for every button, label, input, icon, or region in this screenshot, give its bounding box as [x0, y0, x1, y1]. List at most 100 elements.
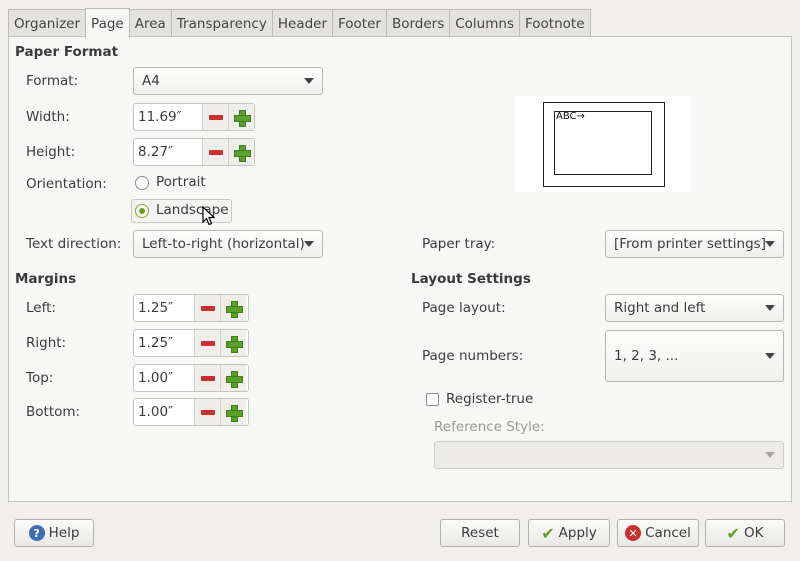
help-icon: ? — [28, 525, 45, 541]
tab-footer[interactable]: Footer — [332, 9, 387, 37]
margin-right-input[interactable]: 1.25″ — [134, 330, 194, 356]
margin-left-spinner: 1.25″ — [133, 294, 249, 322]
format-dropdown[interactable]: A4 — [133, 67, 323, 95]
width-input[interactable]: 11.69″ — [134, 104, 202, 130]
reference-style-label: Reference Style: — [434, 419, 545, 435]
height-label: Height: — [26, 144, 76, 160]
cancel-button[interactable]: ✕ Cancel — [617, 519, 699, 547]
portrait-label[interactable]: Portrait — [156, 174, 206, 190]
paper-tray-dropdown[interactable]: [From printer settings] — [605, 230, 784, 258]
landscape-radio[interactable] — [135, 204, 149, 218]
margin-right-label: Right: — [26, 335, 67, 351]
portrait-radio[interactable] — [135, 176, 149, 190]
checkmark-icon: ✔ — [541, 523, 555, 543]
margin-bottom-increase-button[interactable] — [220, 399, 246, 425]
tab-header[interactable]: Header — [271, 9, 333, 37]
paper-tray-label: Paper tray: — [422, 236, 496, 252]
page-numbers-dropdown[interactable]: 1, 2, 3, ... — [605, 330, 784, 382]
margins-heading: Margins — [15, 271, 77, 287]
page-numbers-value: 1, 2, 3, ... — [614, 348, 679, 364]
minus-icon — [200, 375, 215, 381]
margin-bottom-spinner: 1.00″ — [133, 398, 249, 426]
page-layout-label: Page layout: — [422, 300, 506, 316]
height-increase-button[interactable] — [228, 139, 254, 165]
tab-area[interactable]: Area — [128, 9, 172, 37]
margin-left-input[interactable]: 1.25″ — [134, 295, 194, 321]
margin-left-increase-button[interactable] — [220, 295, 246, 321]
mouse-cursor-icon — [202, 206, 215, 226]
preview-text: ABC→ — [556, 111, 585, 122]
minus-icon — [208, 114, 223, 120]
tab-organizer[interactable]: Organizer — [8, 9, 87, 37]
apply-button-label: Apply — [558, 525, 597, 541]
margin-top-increase-button[interactable] — [220, 365, 246, 391]
margin-right-decrease-button[interactable] — [194, 330, 220, 356]
margin-right-spinner: 1.25″ — [133, 329, 249, 357]
margin-bottom-decrease-button[interactable] — [194, 399, 220, 425]
ok-button[interactable]: ✔ OK — [705, 519, 785, 547]
tab-transparency[interactable]: Transparency — [170, 9, 273, 37]
register-true-label[interactable]: Register-true — [446, 391, 533, 407]
height-decrease-button[interactable] — [202, 139, 228, 165]
page-layout-value: Right and left — [614, 300, 706, 316]
width-spinner: 11.69″ — [133, 103, 255, 131]
chevron-down-icon — [765, 452, 775, 458]
minus-icon — [200, 409, 215, 415]
height-input[interactable]: 8.27″ — [134, 139, 202, 165]
margin-bottom-label: Bottom: — [26, 404, 81, 420]
chevron-down-icon — [765, 241, 775, 247]
tab-columns[interactable]: Columns — [449, 9, 520, 37]
plus-icon — [226, 335, 243, 353]
chevron-down-icon — [304, 241, 314, 247]
apply-button[interactable]: ✔ Apply — [528, 519, 610, 547]
paper-format-heading: Paper Format — [15, 44, 119, 60]
cancel-button-label: Cancel — [645, 525, 691, 541]
chevron-down-icon — [304, 78, 314, 84]
format-value: A4 — [142, 73, 160, 89]
orientation-label: Orientation: — [26, 176, 107, 192]
tab-bar: Organizer Page Area Transparency Header … — [8, 8, 591, 38]
page-numbers-label: Page numbers: — [422, 348, 524, 364]
margin-left-decrease-button[interactable] — [194, 295, 220, 321]
plus-icon — [234, 144, 251, 162]
margin-top-decrease-button[interactable] — [194, 365, 220, 391]
chevron-down-icon — [765, 305, 775, 311]
chevron-down-icon — [765, 353, 775, 359]
height-spinner: 8.27″ — [133, 138, 255, 166]
width-label: Width: — [26, 109, 70, 125]
text-direction-dropdown[interactable]: Left-to-right (horizontal) — [133, 230, 323, 258]
plus-icon — [226, 370, 243, 388]
ok-button-label: OK — [743, 525, 764, 541]
page-layout-dropdown[interactable]: Right and left — [605, 294, 784, 322]
text-direction-value: Left-to-right (horizontal) — [142, 236, 305, 252]
layout-settings-heading: Layout Settings — [411, 271, 531, 287]
plus-icon — [234, 109, 251, 127]
help-button[interactable]: ? Help — [14, 519, 94, 547]
minus-icon — [200, 305, 215, 311]
reference-style-dropdown[interactable] — [434, 441, 784, 469]
margin-bottom-input[interactable]: 1.00″ — [134, 399, 194, 425]
width-increase-button[interactable] — [228, 104, 254, 130]
register-true-checkbox[interactable] — [426, 393, 439, 406]
margin-top-spinner: 1.00″ — [133, 364, 249, 392]
reset-button-label: Reset — [461, 525, 499, 541]
minus-icon — [200, 340, 215, 346]
landscape-label[interactable]: Landscape — [156, 202, 229, 218]
tab-page[interactable]: Page — [85, 8, 130, 38]
page-preview: ABC→ — [515, 96, 691, 192]
plus-icon — [226, 404, 243, 422]
margin-top-input[interactable]: 1.00″ — [134, 365, 194, 391]
text-direction-label: Text direction: — [26, 236, 122, 252]
width-decrease-button[interactable] — [202, 104, 228, 130]
tab-borders[interactable]: Borders — [385, 9, 451, 37]
plus-icon — [226, 300, 243, 318]
help-button-label: Help — [48, 525, 80, 541]
tab-footnote[interactable]: Footnote — [518, 9, 591, 37]
margin-right-increase-button[interactable] — [220, 330, 246, 356]
paper-tray-value: [From printer settings] — [614, 236, 766, 252]
margin-left-label: Left: — [26, 300, 56, 316]
cancel-icon: ✕ — [625, 525, 642, 541]
format-label: Format: — [26, 73, 79, 89]
reset-button[interactable]: Reset — [440, 519, 520, 547]
margin-top-label: Top: — [26, 370, 54, 386]
